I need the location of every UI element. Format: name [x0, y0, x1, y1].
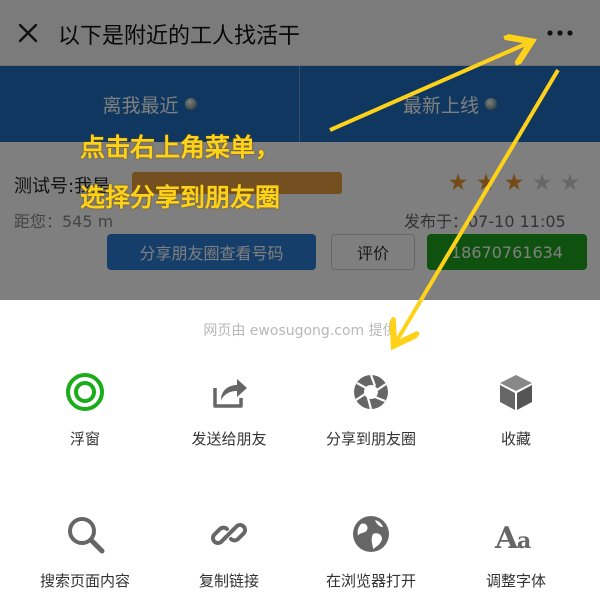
menu-item-label: 在浏览器打开 [325, 572, 416, 590]
search-icon [68, 517, 105, 554]
share-sheet: 网页由 ewosugong.com 提供 浮窗 发送给朋友 分享到朋友圈 收藏 … [0, 300, 600, 600]
menu-item-label: 复制链接 [198, 572, 259, 590]
menu-item-open-browser[interactable]: 在浏览器打开 [296, 512, 446, 600]
menu-item-label: 发送给朋友 [191, 430, 267, 448]
menu-item-label: 收藏 [500, 430, 531, 448]
menu-item-label: 调整字体 [485, 572, 546, 590]
favorite-cube-icon [500, 375, 532, 410]
menu-item-label: 搜索页面内容 [39, 572, 130, 590]
menu-item-share-moments[interactable]: 分享到朋友圈 [296, 370, 446, 470]
menu-item-font-size[interactable]: A a 调整字体 [441, 512, 591, 600]
menu-item-float[interactable]: 浮窗 [10, 370, 160, 470]
svg-text:a: a [517, 528, 531, 554]
menu-item-favorite[interactable]: 收藏 [441, 370, 591, 470]
menu-item-label: 浮窗 [69, 430, 100, 448]
globe-icon [353, 516, 389, 552]
font-size-icon: A a [494, 521, 531, 556]
link-icon [211, 523, 247, 545]
menu-item-copy-link[interactable]: 复制链接 [154, 512, 304, 600]
menu-item-label: 分享到朋友圈 [325, 430, 416, 448]
menu-item-send-friend[interactable]: 发送给朋友 [154, 370, 304, 470]
dim-overlay[interactable] [0, 0, 600, 300]
menu-item-search-page[interactable]: 搜索页面内容 [10, 512, 160, 600]
provider-text: 网页由 ewosugong.com 提供 [203, 323, 397, 339]
svg-text:A: A [494, 521, 519, 556]
share-arrow-icon [213, 379, 247, 408]
moments-shutter-icon [354, 374, 388, 410]
floating-window-icon [66, 373, 104, 411]
